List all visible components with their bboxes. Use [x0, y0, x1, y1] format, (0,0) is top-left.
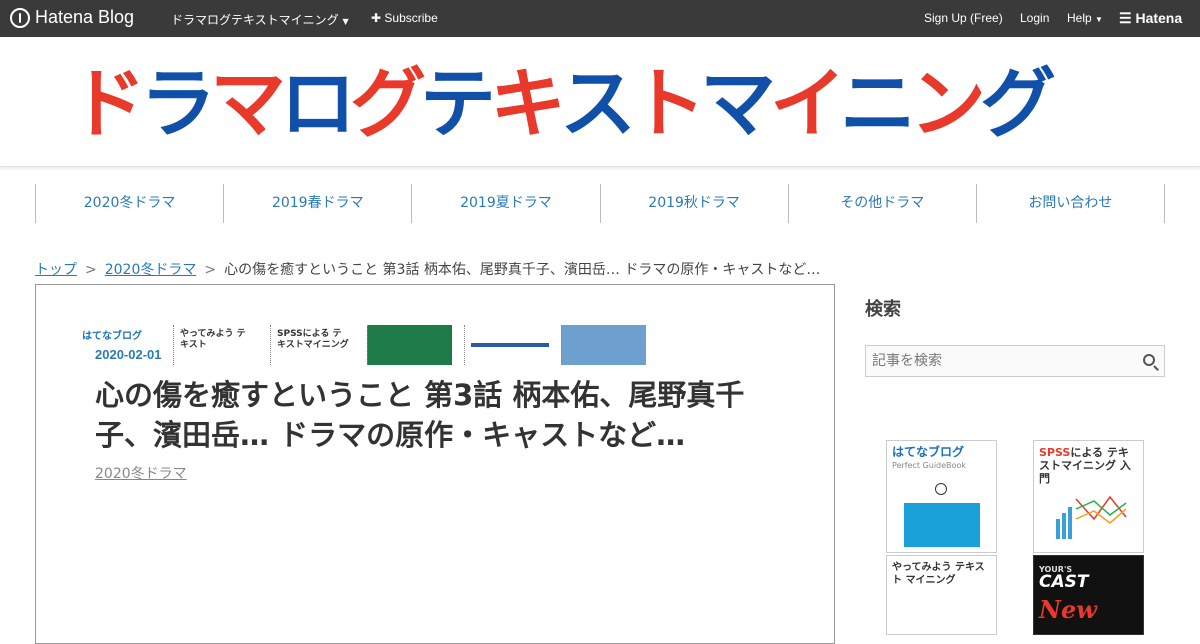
related-thumbnail[interactable]: SPSSによる テキストマイニング [270, 325, 355, 365]
related-thumbnail[interactable] [464, 325, 549, 365]
book-yattemiyou-text-mining[interactable]: やってみよう テキスト マイニング [886, 555, 997, 635]
subscribe-button[interactable]: ✚ Subscribe [371, 11, 438, 25]
book-subtitle: Perfect GuideBook [892, 461, 966, 470]
breadcrumb-category-link[interactable]: 2020冬ドラマ [105, 262, 197, 278]
book-title: YOUR'S CAST [1039, 561, 1138, 592]
search-input[interactable] [866, 346, 1126, 376]
hatena-topbar: Hatena Blog ドラマログテキストマイニング ▼ ✚ Subscribe… [0, 0, 1200, 37]
book-cover-graphic [904, 503, 980, 547]
related-thumbnail[interactable] [367, 325, 452, 365]
caret-down-icon: ▼ [1095, 15, 1103, 24]
book-title: はてなブログ [892, 445, 965, 459]
caret-down-icon: ▼ [342, 17, 349, 26]
banner-char: マ [700, 59, 776, 148]
book-cover-graphic [1056, 495, 1127, 539]
banner-char: ス [560, 59, 636, 148]
banner-char: キ [490, 59, 566, 148]
banner-char: イ [770, 59, 846, 148]
banner-char: ド [70, 59, 146, 148]
breadcrumb-current: 心の傷を癒すということ 第3話 柄本佑、尾野真千子、濱田岳… ドラマの原作・キャ… [224, 262, 821, 278]
blog-header: ドラマログテキストマイニング [0, 37, 1200, 167]
hatena-label: Hatena [1135, 10, 1183, 26]
book-hatena-blog-guide[interactable]: はてなブログ Perfect GuideBook [886, 440, 997, 553]
hatena-blog-logo-text: Hatena Blog [35, 7, 135, 27]
nav-item[interactable]: 2019夏ドラマ [411, 184, 599, 223]
login-link[interactable]: Login [1020, 11, 1049, 25]
search-icon[interactable] [1143, 354, 1155, 366]
nav-item[interactable]: その他ドラマ [787, 184, 976, 223]
nav-item[interactable]: 2019秋ドラマ [599, 184, 788, 223]
banner-char: ラ [140, 59, 216, 148]
hatena-link[interactable]: ☰ Hatena [1119, 10, 1182, 27]
nav-item[interactable]: 2020冬ドラマ [35, 184, 223, 223]
banner-char: ト [630, 59, 706, 148]
sidebar-search-title: 検索 [865, 299, 901, 320]
blog-name-label: ドラマログテキストマイニング [171, 13, 339, 27]
subscribe-label: Subscribe [384, 11, 438, 25]
entry-title[interactable]: 心の傷を癒すということ 第3話 柄本佑、尾野真千子、濱田岳… ドラマの原作・キャ… [95, 375, 785, 455]
related-thumbnails: はてなブログ やってみよう テキスト SPSSによる テキストマイニング [76, 325, 646, 365]
book-title: やってみよう テキスト マイニング [892, 562, 985, 586]
blog-title-banner[interactable]: ドラマログテキストマイニング [70, 59, 1056, 149]
banner-char: グ [350, 59, 426, 148]
global-nav: 2020冬ドラマ 2019春ドラマ 2019夏ドラマ 2019秋ドラマ その他ドラマ お問… [35, 184, 1166, 223]
related-thumbnail[interactable] [561, 325, 646, 365]
book-title-highlight: SPSS [1039, 446, 1071, 459]
banner-char: グ [980, 59, 1056, 148]
breadcrumb-separator: > [204, 262, 217, 278]
nav-item[interactable]: 2019春ドラマ [223, 184, 411, 223]
book-new-tag: New [1039, 595, 1097, 624]
banner-char: ロ [280, 59, 356, 148]
plus-icon: ✚ [371, 11, 382, 25]
banner-char: ン [910, 59, 986, 148]
entry-category-link[interactable]: 2020冬ドラマ [95, 463, 187, 483]
related-thumbnail[interactable]: やってみよう テキスト [173, 325, 258, 365]
breadcrumb: トップ >2020冬ドラマ > 心の傷を癒すということ 第3話 柄本佑、尾野真千子、濱… [35, 259, 820, 279]
nav-item[interactable]: お問い合わせ [975, 184, 1166, 223]
hatena-blog-icon [10, 7, 30, 28]
book-title-main: CAST [1039, 572, 1089, 592]
hatena-blog-logo[interactable]: Hatena Blog [10, 7, 134, 28]
banner-char: ニ [840, 59, 916, 148]
help-label: Help [1067, 11, 1092, 25]
book-cast-magazine[interactable]: YOUR'S CAST New [1033, 555, 1144, 635]
search-box [865, 345, 1165, 377]
banner-char: テ [420, 59, 496, 148]
banner-char: マ [210, 59, 286, 148]
book-title: SPSSによる テキストマイニング 入門 [1039, 446, 1138, 485]
breadcrumb-separator: > [85, 262, 97, 278]
signup-link[interactable]: Sign Up (Free) [924, 11, 1003, 25]
blog-name-menu[interactable]: ドラマログテキストマイニング ▼ [171, 11, 349, 28]
help-menu[interactable]: Help ▼ [1067, 11, 1103, 25]
hatena-logo-icon: ☰ [1119, 10, 1132, 26]
book-spss-text-mining[interactable]: SPSSによる テキストマイニング 入門 [1033, 440, 1144, 553]
breadcrumb-top-link[interactable]: トップ [35, 262, 77, 278]
hatena-mark-icon [935, 483, 947, 495]
related-thumbnail[interactable]: はてなブログ [76, 325, 161, 365]
